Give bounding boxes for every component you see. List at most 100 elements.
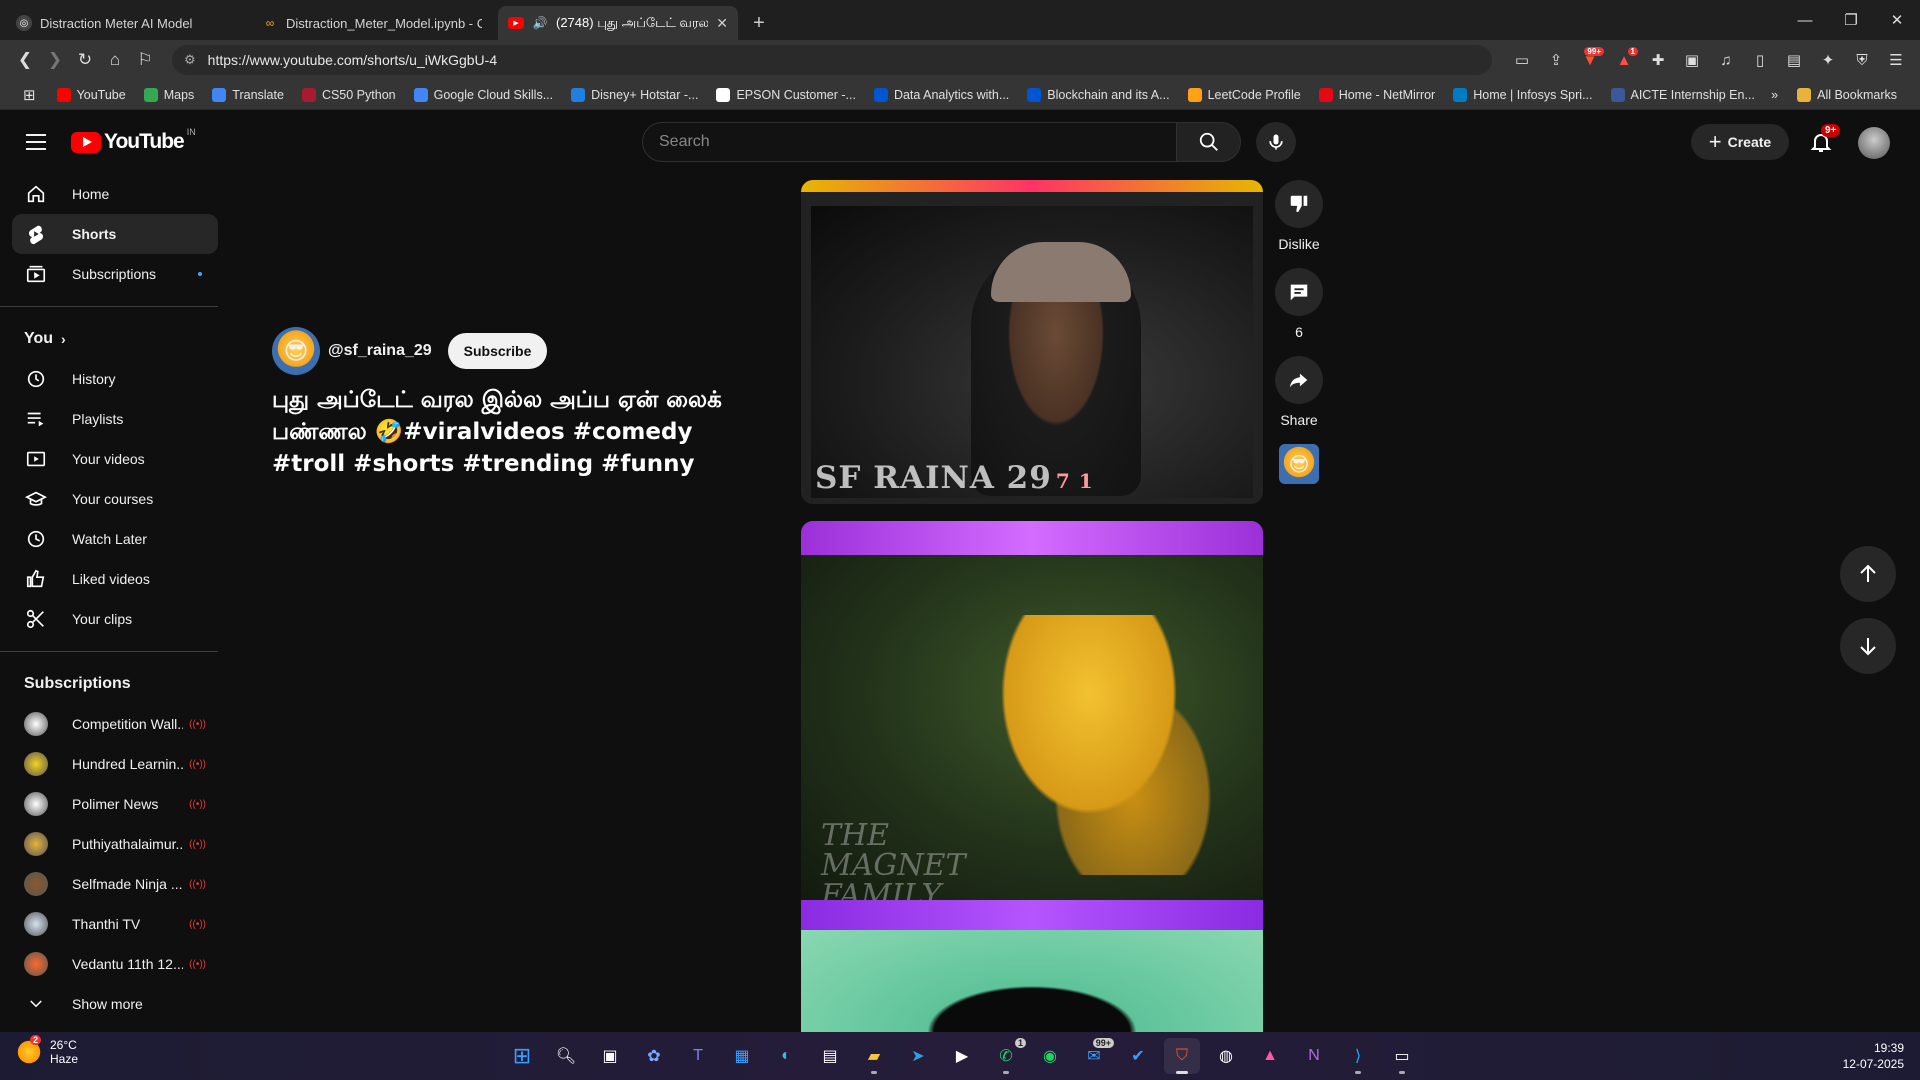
subscription-channel[interactable]: Puthiyathalaimur... ((•)) bbox=[12, 824, 218, 864]
sidebar-item-history[interactable]: History bbox=[12, 359, 218, 399]
sidebar-item-home[interactable]: Home bbox=[12, 174, 218, 214]
new-tab-button[interactable]: + bbox=[744, 6, 774, 40]
sidebar-item-your-clips[interactable]: Your clips bbox=[12, 599, 218, 639]
restore-icon[interactable]: ❐ bbox=[1828, 0, 1874, 40]
brave-rewards-icon[interactable]: ▲ 1 bbox=[1610, 46, 1638, 74]
minimize-icon[interactable]: — bbox=[1782, 0, 1828, 40]
brave-shield-icon[interactable]: ▼ 99+ bbox=[1576, 46, 1604, 74]
bookmark-item[interactable]: Google Cloud Skills... bbox=[405, 83, 563, 107]
bookmark-item[interactable]: Data Analytics with... bbox=[865, 83, 1018, 107]
brave-browser-icon[interactable]: ⛉ bbox=[1164, 1038, 1200, 1074]
sidebar-item-liked-videos[interactable]: Liked videos bbox=[12, 559, 218, 599]
bookmark-item[interactable]: Translate bbox=[203, 83, 293, 107]
sidebar-item-watch-later[interactable]: Watch Later bbox=[12, 519, 218, 559]
terminal-icon[interactable]: ▭ bbox=[1384, 1038, 1420, 1074]
file-explorer-icon[interactable]: ▰ bbox=[856, 1038, 892, 1074]
channel-avatar[interactable]: 😎 bbox=[272, 327, 320, 375]
forward-icon[interactable]: ❯ bbox=[40, 45, 70, 75]
all-bookmarks-folder[interactable]: All Bookmarks bbox=[1788, 83, 1906, 107]
onenote-icon[interactable]: N bbox=[1296, 1038, 1332, 1074]
bookmark-item[interactable]: Home | Infosys Spri... bbox=[1444, 83, 1601, 107]
github-desktop-icon[interactable]: ◍ bbox=[1208, 1038, 1244, 1074]
extensions-icon[interactable]: ✚ bbox=[1644, 46, 1672, 74]
store-bag-icon[interactable]: ▤ bbox=[812, 1038, 848, 1074]
leo-ai-icon[interactable]: ✦ bbox=[1814, 46, 1842, 74]
close-tab-icon[interactable]: ✕ bbox=[716, 15, 728, 32]
share-button[interactable] bbox=[1275, 356, 1323, 404]
bookmark-icon[interactable]: ⚐ bbox=[130, 45, 160, 75]
sidebar-toggle-icon[interactable]: ▯ bbox=[1746, 46, 1774, 74]
search-input[interactable] bbox=[642, 122, 1177, 162]
screenshot-icon[interactable]: ▣ bbox=[1678, 46, 1706, 74]
bookmark-item[interactable]: Maps bbox=[135, 83, 204, 107]
task-view-icon[interactable]: ▣ bbox=[592, 1038, 628, 1074]
weather-widget[interactable]: 2 26°C Haze bbox=[16, 1035, 78, 1066]
search-icon[interactable]: 🔍︎ bbox=[548, 1038, 584, 1074]
sidebar-you-heading[interactable]: You › bbox=[12, 319, 218, 359]
next-short-button[interactable] bbox=[1840, 618, 1896, 674]
url-field[interactable]: ⚙ https://www.youtube.com/shorts/u_iWkGg… bbox=[172, 45, 1492, 75]
sidebar-item-your-videos[interactable]: Your videos bbox=[12, 439, 218, 479]
subscription-channel[interactable]: Hundred Learnin... ((•)) bbox=[12, 744, 218, 784]
subscription-channel[interactable]: Thanthi TV ((•)) bbox=[12, 904, 218, 944]
home-icon[interactable]: ⌂ bbox=[100, 45, 130, 75]
search-button[interactable] bbox=[1177, 122, 1241, 162]
bookmark-item[interactable]: EPSON Customer -... bbox=[707, 83, 864, 107]
media-icon[interactable]: ♫ bbox=[1712, 46, 1740, 74]
sidebar-item-your-courses[interactable]: Your courses bbox=[12, 479, 218, 519]
cast-icon[interactable]: ▭ bbox=[1508, 46, 1536, 74]
media-player-icon[interactable]: ▶ bbox=[944, 1038, 980, 1074]
subscription-channel[interactable]: Competition Wall... ((•)) bbox=[12, 704, 218, 744]
tab-youtube-short[interactable]: ▶ 🔊 (2748) புது அப்டேட் வரல ✕ bbox=[498, 6, 738, 40]
adobe-icon[interactable]: ▲ bbox=[1252, 1038, 1288, 1074]
menu-icon[interactable]: ☰ bbox=[1882, 46, 1910, 74]
taskbar-clock[interactable]: 19:39 12-07-2025 bbox=[1843, 1040, 1904, 1072]
short-video-next[interactable]: THE MAGNET FAMILY bbox=[801, 521, 1263, 1032]
sidebar-item-playlists[interactable]: Playlists bbox=[12, 399, 218, 439]
speaker-icon[interactable]: 🔊 bbox=[532, 15, 548, 31]
whatsapp-icon[interactable]: ✆ 1 bbox=[988, 1038, 1026, 1074]
reload-icon[interactable]: ↻ bbox=[70, 45, 100, 75]
sidebar-item-shorts[interactable]: Shorts bbox=[12, 214, 218, 254]
wallet-icon[interactable]: ▤ bbox=[1780, 46, 1808, 74]
ms-store-icon[interactable]: ▦ bbox=[724, 1038, 760, 1074]
notifications-button[interactable]: 9+ bbox=[1801, 122, 1841, 162]
short-video-current[interactable]: SF RAINA 29 7 1 bbox=[801, 180, 1263, 504]
subscription-channel[interactable]: Polimer News ((•)) bbox=[12, 784, 218, 824]
edge-icon[interactable]: ◐ bbox=[768, 1038, 804, 1074]
bookmark-item[interactable]: Home - NetMirror bbox=[1310, 83, 1445, 107]
apps-icon[interactable]: ⊞ bbox=[14, 83, 48, 107]
bookmark-item[interactable]: Blockchain and its A... bbox=[1018, 83, 1178, 107]
more-bookmarks-icon[interactable]: » bbox=[1771, 88, 1778, 102]
show-more-button[interactable]: Show more bbox=[12, 984, 218, 1024]
comments-button[interactable] bbox=[1275, 268, 1323, 316]
previous-short-button[interactable] bbox=[1840, 546, 1896, 602]
sidebar-item-subscriptions[interactable]: Subscriptions bbox=[12, 254, 218, 294]
sound-source-avatar[interactable]: 😎 bbox=[1279, 444, 1319, 484]
vscode-icon[interactable]: ⟩ bbox=[1340, 1038, 1376, 1074]
bookmark-item[interactable]: LeetCode Profile bbox=[1179, 83, 1310, 107]
close-window-icon[interactable]: ✕ bbox=[1874, 0, 1920, 40]
mail-icon[interactable]: ✉ 99+ bbox=[1076, 1038, 1114, 1074]
tab-distraction-meter[interactable]: ◎ Distraction Meter AI Model bbox=[6, 6, 246, 40]
bookmark-item[interactable]: AICTE Internship En... bbox=[1602, 83, 1764, 107]
bookmark-item[interactable]: CS50 Python bbox=[293, 83, 405, 107]
site-settings-icon[interactable]: ⚙ bbox=[184, 52, 196, 68]
vpn-icon[interactable]: ⛨ bbox=[1848, 46, 1876, 74]
spotify-icon[interactable]: ◉ bbox=[1032, 1038, 1068, 1074]
share-icon[interactable]: ⇪ bbox=[1542, 46, 1570, 74]
create-button[interactable]: + Create bbox=[1691, 124, 1789, 160]
bookmark-item[interactable]: YouTube bbox=[48, 83, 135, 107]
copilot-icon[interactable]: ✿ bbox=[636, 1038, 672, 1074]
subscription-channel[interactable]: Vedantu 11th 12... ((•)) bbox=[12, 944, 218, 984]
youtube-logo[interactable]: YouTube IN bbox=[71, 127, 196, 154]
teams-icon[interactable]: T bbox=[680, 1038, 716, 1074]
back-icon[interactable]: ❮ bbox=[10, 45, 40, 75]
bookmark-item[interactable]: Disney+ Hotstar -... bbox=[562, 83, 707, 107]
voice-search-button[interactable] bbox=[1256, 122, 1296, 162]
subscription-channel[interactable]: Selfmade Ninja ... ((•)) bbox=[12, 864, 218, 904]
guide-menu-icon[interactable] bbox=[24, 130, 48, 154]
subscribe-button[interactable]: Subscribe bbox=[447, 333, 548, 369]
telegram-icon[interactable]: ➤ bbox=[900, 1038, 936, 1074]
tab-colab-notebook[interactable]: ∞ Distraction_Meter_Model.ipynb - Col bbox=[252, 6, 492, 40]
